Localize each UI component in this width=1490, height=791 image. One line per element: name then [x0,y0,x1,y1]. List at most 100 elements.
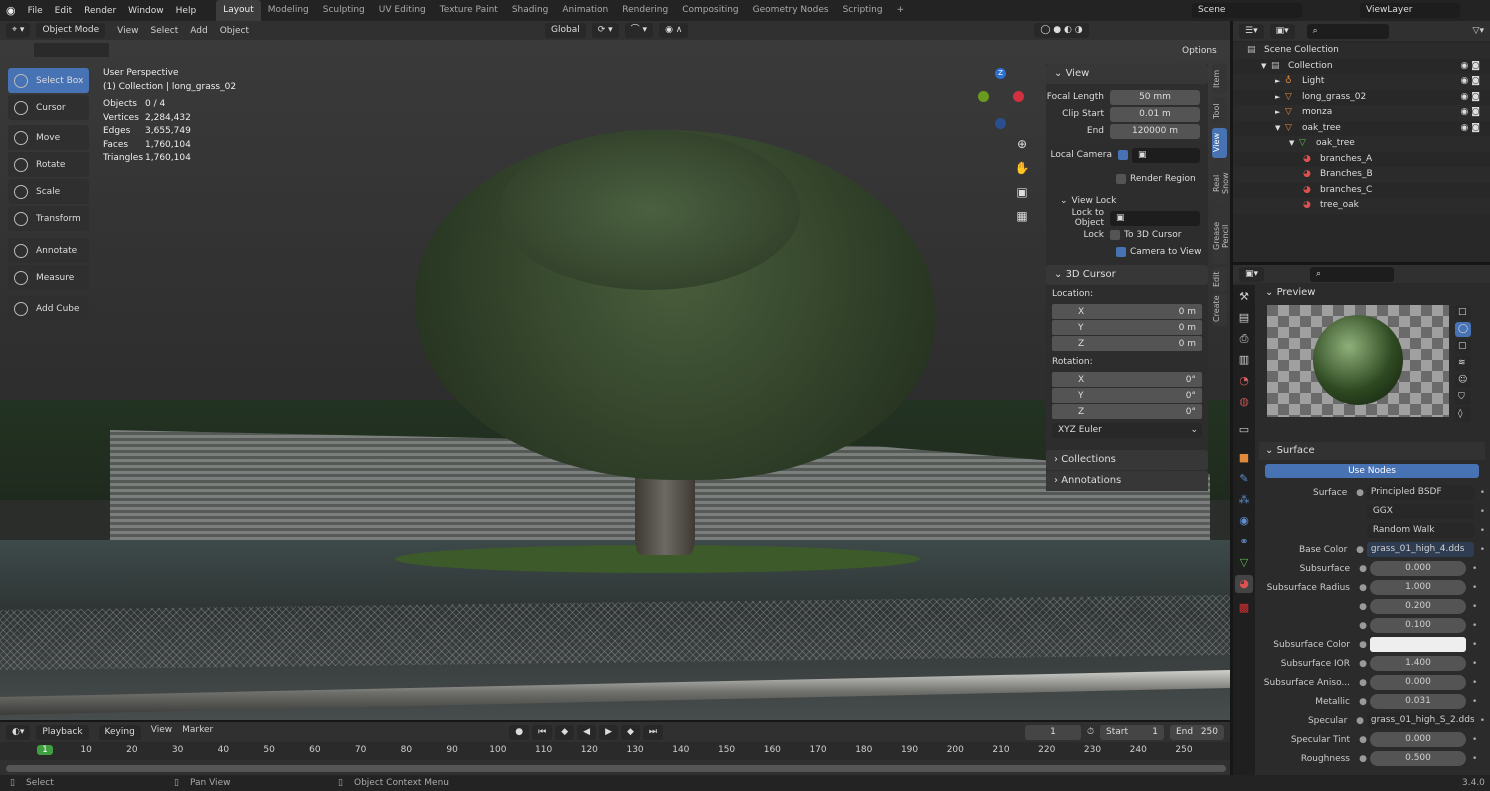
tab-geometry-nodes[interactable]: Geometry Nodes [746,0,836,21]
socket-icon[interactable]: ● [1356,640,1370,650]
menu-help[interactable]: Help [170,6,203,16]
expand-arrow-icon[interactable]: ► [1275,105,1285,121]
prev-keyframe-button[interactable]: ◆ [555,724,575,740]
timeline-scrollbar[interactable] [6,765,1226,772]
pivot-button[interactable]: ⟳ ▾ [591,23,619,38]
camera-icon[interactable]: ▣ [1013,180,1031,204]
property-value-field[interactable]: 1.400 [1370,656,1466,671]
tool-annotate[interactable]: Annotate [8,238,89,263]
tab-shading[interactable]: Shading [505,0,556,21]
socket-icon[interactable]: ● [1353,488,1367,498]
keyframe-dot-icon[interactable]: • [1472,583,1477,593]
jump-end-button[interactable]: ⏭ [642,724,664,740]
view-lock-header[interactable]: ⌄ View Lock [1046,193,1208,209]
next-keyframe-button[interactable]: ◆ [620,724,640,740]
tab-animation[interactable]: Animation [555,0,615,21]
outliner-item[interactable]: ▼ ▽ oak_tree [1233,136,1490,152]
lock-to-object-field[interactable]: ▣ [1110,210,1200,226]
location-y-field[interactable]: Y 0 m [1052,320,1202,335]
keyframe-dot-icon[interactable]: • [1480,526,1485,536]
property-link-field[interactable]: grass_01_high_4.dds [1366,542,1474,557]
snap-button[interactable]: ⌒ ▾ [624,23,654,38]
outliner-item[interactable]: ► ▽ monza ◉ ◙ [1233,105,1490,121]
select-mode-icons[interactable] [34,43,109,57]
menu-edit[interactable]: Edit [49,6,78,16]
display-mode-button[interactable]: ☰▾ [1239,23,1264,39]
scene-tab-icon[interactable]: ◔ [1235,372,1253,390]
viewport-menu-select[interactable]: Select [151,26,179,36]
use-nodes-button[interactable]: Use Nodes [1265,464,1479,478]
record-button[interactable]: ● [509,724,530,740]
outliner-item[interactable]: ◕ branches_C [1233,183,1490,199]
property-link-field[interactable]: grass_01_high_S_2.dds [1366,713,1474,728]
tab-scripting[interactable]: Scripting [836,0,890,21]
location-x-field[interactable]: X 0 m [1052,304,1202,319]
socket-icon[interactable]: ● [1356,602,1370,612]
world-tab-icon[interactable]: ◍ [1235,393,1253,411]
outliner-item[interactable]: ▤ Scene Collection [1233,43,1490,59]
outliner-item[interactable]: ▼ ▽ oak_tree ◉ ◙ [1233,121,1490,137]
material-tab-icon[interactable]: ◕ [1235,575,1253,593]
keyframe-dot-icon[interactable]: • [1480,716,1485,726]
navigation-gizmo[interactable]: Z [975,68,1027,130]
render-tab-icon[interactable]: ▤ [1235,309,1253,327]
visibility-eye-icon[interactable]: ◉ ◙ [1461,121,1480,137]
filter-icon[interactable]: ▽▾ [1473,26,1484,36]
object-tab-icon[interactable]: ■ [1235,449,1253,467]
tool-tab-icon[interactable]: ⚒ [1235,288,1253,306]
property-link-field[interactable]: Principled BSDF [1366,485,1474,500]
socket-icon[interactable]: ● [1356,621,1370,631]
neg-z-axis-icon[interactable] [995,118,1006,129]
property-dropdown[interactable]: GGX [1366,504,1474,519]
z-axis-icon[interactable]: Z [995,68,1006,79]
keyframe-dot-icon[interactable]: • [1480,545,1485,555]
view-section-header[interactable]: ⌄ View [1046,64,1208,84]
visibility-eye-icon[interactable]: ◉ ◙ [1461,90,1480,106]
tool-transform[interactable]: Transform [8,206,89,231]
outliner-item[interactable]: ▼ ▤ Collection ◉ ◙ [1233,59,1490,75]
rotation-mode-dropdown[interactable]: XYZ Euler ⌄ [1052,423,1202,438]
outliner-item[interactable]: ◕ branches_A [1233,152,1490,168]
tool-cursor[interactable]: Cursor [8,95,89,120]
viewport-nav-buttons[interactable]: ⊕ ✋ ▣ ▦ [1013,132,1031,228]
menu-window[interactable]: Window [122,6,170,16]
output-tab-icon[interactable]: ⎙ [1235,330,1253,348]
socket-icon[interactable]: ● [1356,564,1370,574]
mode-dropdown[interactable]: Object Mode [36,23,106,38]
blender-logo-icon[interactable]: ◉ [0,4,22,17]
expand-arrow-icon[interactable]: ► [1275,74,1285,90]
to-3d-cursor-checkbox[interactable] [1110,230,1120,240]
tab-uv-editing[interactable]: UV Editing [372,0,433,21]
socket-icon[interactable]: ● [1356,697,1370,707]
keyframe-dot-icon[interactable]: • [1472,659,1477,669]
sidebar-tab-edit[interactable]: Edit [1212,267,1227,291]
outliner-item[interactable]: ► ♁ Light ◉ ◙ [1233,74,1490,90]
property-value-field[interactable]: 0.000 [1370,561,1466,576]
scene-field[interactable]: Scene [1192,3,1302,18]
sidebar-tab-item[interactable]: Item [1212,64,1227,94]
sidebar-tab-tool[interactable]: Tool [1212,97,1227,125]
keyframe-dot-icon[interactable]: • [1472,564,1477,574]
socket-icon[interactable]: ● [1356,754,1370,764]
rotation-z-field[interactable]: Z 0° [1052,404,1202,419]
particles-tab-icon[interactable]: ⁂ [1235,491,1253,509]
expand-arrow-icon[interactable]: ► [1275,90,1285,106]
socket-icon[interactable]: ● [1356,735,1370,745]
data-tab-icon[interactable]: ▽ [1235,554,1253,572]
keyframe-dot-icon[interactable]: • [1472,621,1477,631]
playback-controls[interactable]: ● ⏮ ◆ ◀ ▶ ◆ ⏭ [509,724,664,740]
collections-section-header[interactable]: › Collections [1046,450,1208,470]
proportional-button[interactable]: ◉ ∧ [659,23,689,38]
viewport-menu-add[interactable]: Add [190,26,207,36]
sidebar-tab-grease-pencil[interactable]: Grease Pencil [1212,208,1230,264]
sidebar-tab-view[interactable]: View [1212,128,1227,158]
property-value-field[interactable]: 0.500 [1370,751,1466,766]
outliner-search-input[interactable]: ⌕ [1306,23,1389,39]
tool-rotate[interactable]: Rotate [8,152,89,177]
view-layer-field[interactable]: ViewLayer [1360,3,1460,18]
keyframe-dot-icon[interactable]: • [1472,735,1477,745]
socket-icon[interactable]: ● [1356,583,1370,593]
preview-header[interactable]: ⌄ Preview [1259,285,1485,301]
play-reverse-button[interactable]: ◀ [577,724,597,740]
keyframe-dot-icon[interactable]: • [1480,488,1485,498]
